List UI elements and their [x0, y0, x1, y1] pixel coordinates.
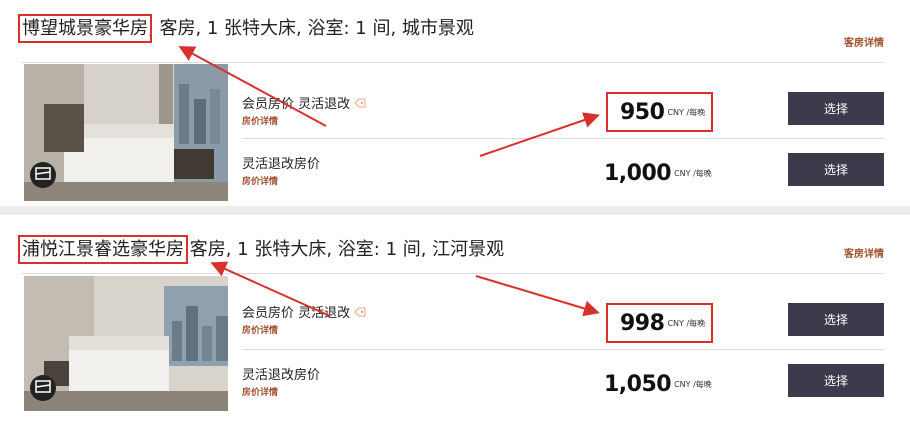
annotation-arrows — [178, 46, 600, 317]
arrow-to-title-1 — [178, 46, 327, 127]
arrow-to-title-2 — [210, 261, 331, 317]
arrow-to-price-1 — [479, 112, 600, 157]
arrow-to-price-2 — [475, 275, 600, 317]
